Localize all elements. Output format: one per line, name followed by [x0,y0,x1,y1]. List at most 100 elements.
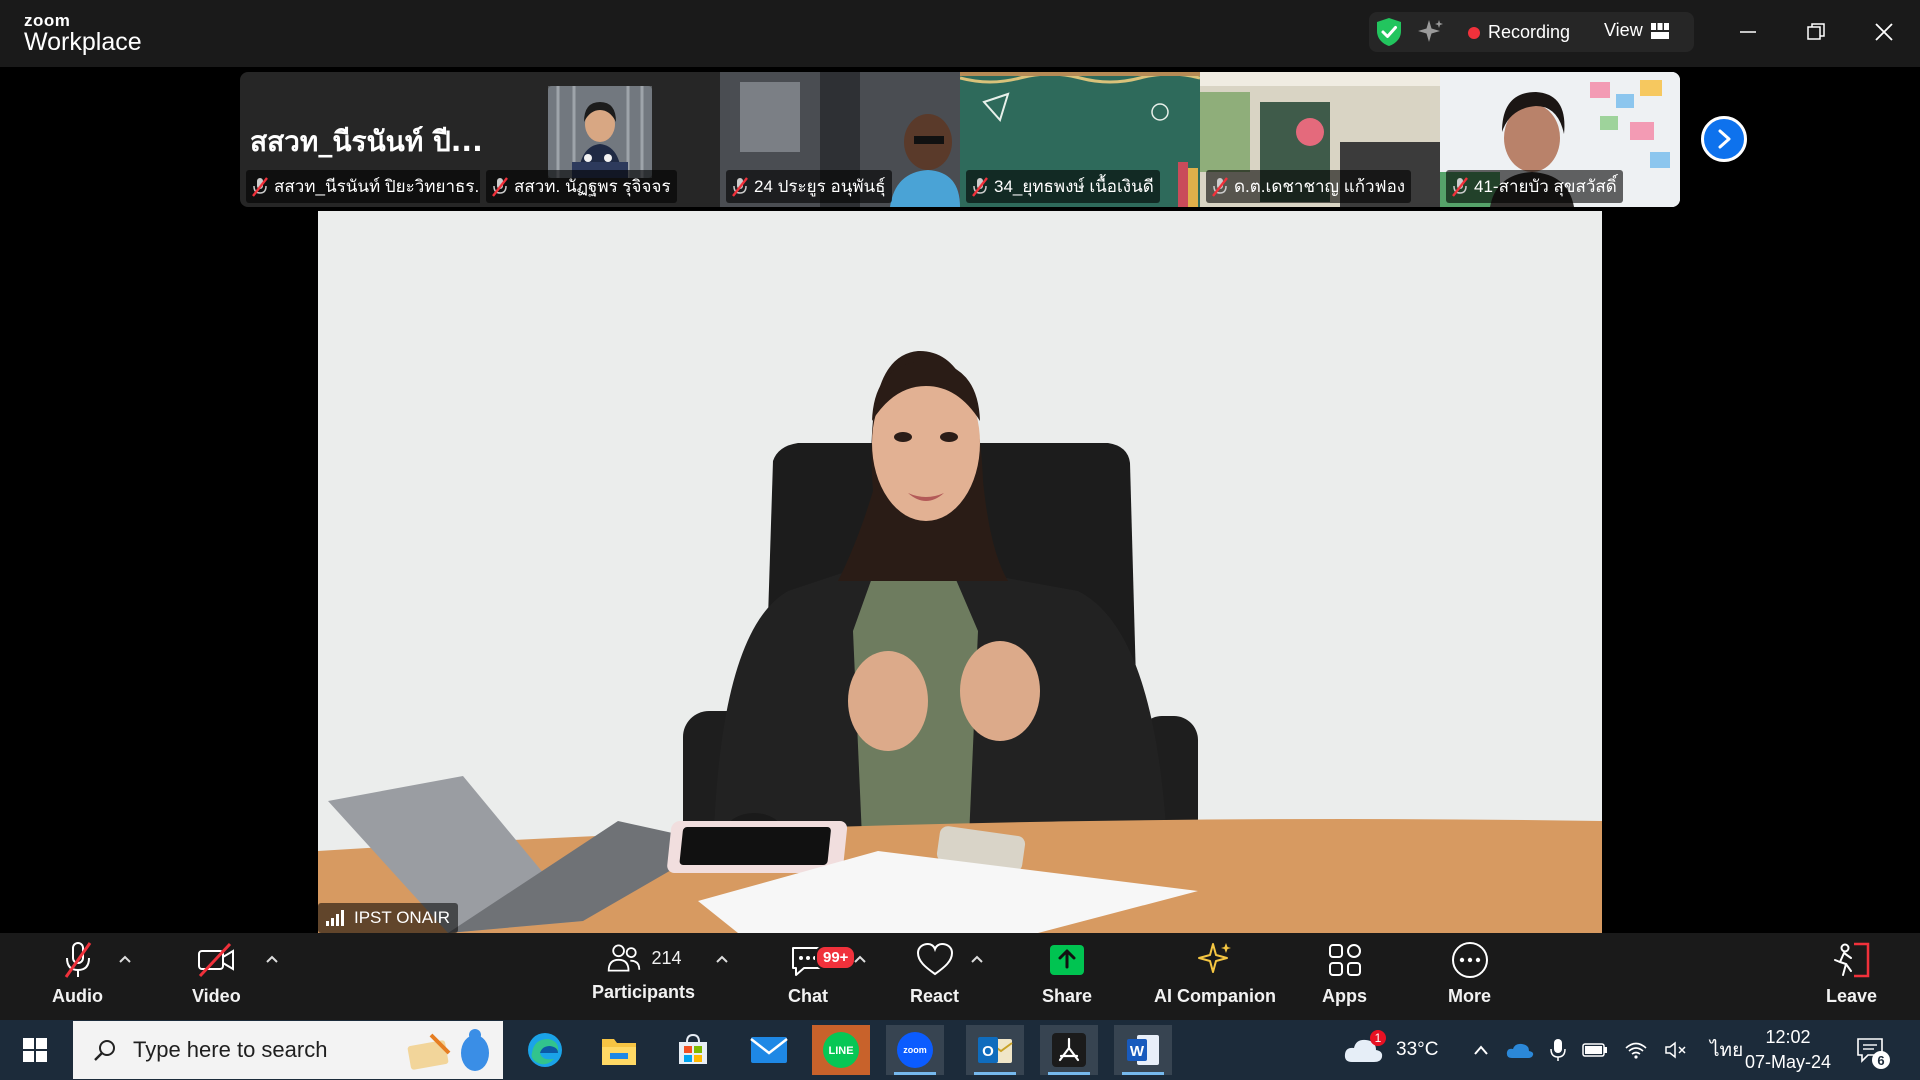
chat-options-caret-icon[interactable] [852,953,868,965]
video-button[interactable]: Video [192,940,241,1007]
participant-tile[interactable]: สสวท. นัฏฐพร รุจิจจร [480,72,720,207]
mic-muted-icon [972,176,988,197]
share-label: Share [1042,986,1093,1006]
taskbar-line-app[interactable]: LINE [812,1025,870,1075]
ai-sparkle-icon [1198,943,1231,973]
wifi-icon[interactable] [1624,1040,1648,1060]
video-options-caret-icon[interactable] [264,953,280,965]
taskbar-edge-app[interactable] [516,1025,574,1075]
share-button[interactable]: Share [1042,940,1092,1007]
ai-companion-button[interactable]: AI Companion [1154,940,1276,1007]
share-screen-icon [1050,945,1085,975]
microphone-icon[interactable] [1550,1038,1566,1062]
folder-icon [602,1039,636,1065]
apps-button[interactable]: Apps [1322,940,1367,1007]
gallery-grid-icon [1650,22,1669,39]
participant-tile[interactable]: สสวท_นีรนันท์ ปิยะวิทยาธร... [240,72,480,207]
main-speaker-video [318,211,1602,933]
more-button[interactable]: More [1448,940,1491,1007]
participant-tile[interactable]: 41-สายบัว สุขสวัสดิ์ [1440,72,1680,207]
participant-tile[interactable]: ด.ต.เดชาชาญ แก้วฟอง [1200,72,1440,207]
chat-label: Chat [788,986,828,1006]
tile-name-label: ด.ต.เดชาชาญ แก้วฟอง [1206,170,1412,203]
participants-icon [607,944,640,972]
leave-label: Leave [1826,986,1878,1006]
minimize-button[interactable] [1730,16,1766,48]
system-tray-icons: ไทย [1472,1020,1743,1080]
brand-zoom: zoom [24,11,71,30]
volume-muted-icon[interactable] [1664,1040,1688,1060]
mic-muted-icon [732,176,748,197]
clock-date: 07-May-24 [1744,1052,1832,1072]
word-icon: W [1127,1035,1159,1065]
windows-logo-icon [23,1038,47,1062]
notification-center-button[interactable]: 6 [1856,1020,1902,1080]
tile-name-label: 41-สายบัว สุขสวัสดิ์ [1446,170,1623,203]
gallery-next-button[interactable] [1701,116,1747,162]
mic-muted-icon [492,176,508,197]
taskbar-word-app[interactable]: W [1114,1025,1172,1075]
zoom-logo: zoom Workplace [24,12,142,55]
react-label: React [910,986,960,1006]
recording-dot-icon [1468,26,1480,39]
taskbar-search-box[interactable]: Type here to search [73,1021,503,1079]
clock[interactable]: 12:02 07-May-24 [1738,1020,1838,1080]
mic-muted-icon [1452,176,1468,197]
chevron-up-icon[interactable] [1472,1043,1490,1057]
audio-options-caret-icon[interactable] [117,953,133,965]
more-label: More [1448,986,1492,1006]
react-button[interactable]: React [910,940,959,1007]
participant-tile[interactable]: 34_ยุทธพงษ์ เนื้อเงินดี [960,72,1200,207]
tile-name: 24 ประยูร อนุพันธุ์ [754,177,886,196]
battery-icon[interactable] [1582,1041,1608,1059]
close-button[interactable] [1866,16,1902,48]
taskbar-outlook-app[interactable]: O [966,1025,1024,1075]
microsoft-store-icon [679,1033,707,1064]
tile-name-label: สสวท_นีรนันท์ ปิยะวิทยาธร... [246,170,480,203]
leave-door-icon [1833,942,1869,978]
participants-options-caret-icon[interactable] [714,953,730,965]
view-label: View [1604,20,1643,40]
security-shield-icon[interactable] [1375,17,1403,47]
chat-unread-badge: 99+ [815,945,857,970]
mic-muted-icon [64,942,91,978]
main-video-name-label: IPST ONAIR [318,903,459,933]
tile-name: ด.ต.เดชาชาญ แก้วฟอง [1234,177,1406,196]
taskbar-store-app[interactable] [664,1025,722,1075]
leave-button[interactable]: Leave [1826,940,1877,1007]
tile-name-label: 24 ประยูร อนุพันธุ์ [726,170,892,203]
taskbar-mail-app[interactable] [740,1025,798,1075]
react-options-caret-icon[interactable] [969,953,985,965]
tile-name-label: 34_ยุทธพงษ์ เนื้อเงินดี [966,170,1160,203]
video-off-icon [198,942,235,978]
video-label: Video [192,986,241,1006]
signal-strength-icon [326,910,344,926]
taskbar-acrobat-app[interactable] [1040,1025,1098,1075]
chevron-right-icon [1718,129,1731,149]
recording-indicator[interactable]: Recording [1468,22,1570,43]
tile-name: สสวท. นัฏฐพร รุจิจจร [514,177,671,196]
audio-label: Audio [52,986,103,1006]
main-video-name: IPST ONAIR [354,908,451,927]
participants-label: Participants [592,982,696,1002]
recording-label: Recording [1488,22,1571,42]
onedrive-cloud-icon[interactable] [1506,1041,1534,1059]
brand-workplace: Workplace [24,28,142,56]
ai-sparkle-icon[interactable] [1417,18,1445,46]
tile-name: 41-สายบัว สุขสวัสดิ์ [1474,177,1617,196]
view-button[interactable]: View [1604,20,1669,41]
restore-button[interactable] [1798,16,1834,48]
svg-text:W: W [1130,1043,1145,1060]
taskbar-file-explorer-app[interactable] [590,1025,648,1075]
minimize-icon [1740,31,1756,33]
participant-tile[interactable]: 24 ประยูร อนุพันธุ์ [720,72,960,207]
participant-video-thumbnail [548,86,652,178]
taskbar-zoom-app[interactable]: zoom [886,1025,944,1075]
tile-name-label: สสวท. นัฏฐพร รุจิจจร [486,170,677,203]
clock-time: 12:02 [1765,1027,1811,1047]
start-button[interactable] [6,1025,64,1075]
audio-button[interactable]: Audio [52,940,103,1007]
weather-widget[interactable]: 1 33°C [1342,1020,1438,1080]
participants-icon-row: 214 [606,940,682,976]
participants-button[interactable]: 214 Participants [592,940,695,1003]
